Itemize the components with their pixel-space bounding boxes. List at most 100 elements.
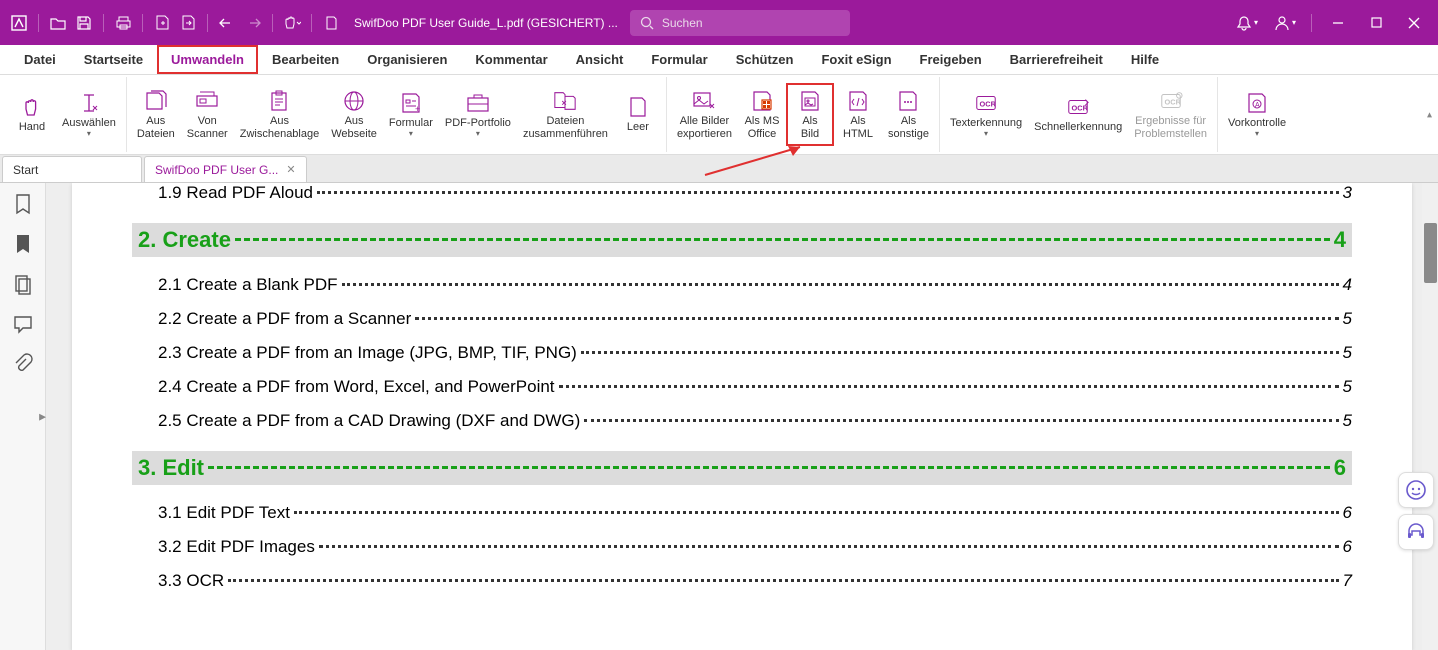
document-tab-bar: Start SwifDoo PDF User G...✕	[0, 155, 1438, 183]
toc-row: 2.2 Create a PDF from a Scanner5	[132, 309, 1352, 329]
toc-dots	[584, 419, 1338, 422]
other-format-icon	[896, 89, 920, 113]
ocr-tool[interactable]: OCRTexterkennung▾	[944, 87, 1028, 142]
close-tab-icon[interactable]: ✕	[286, 163, 295, 176]
scrollbar-thumb[interactable]	[1424, 223, 1437, 283]
search-box[interactable]: Suchen	[630, 10, 850, 36]
menu-datei[interactable]: Datei	[10, 45, 70, 74]
as-msoffice-tool[interactable]: Als MS Office	[738, 85, 786, 143]
ribbon: Hand Auswählen ▾ Aus Dateien Von Scanner…	[0, 75, 1438, 155]
document-tab[interactable]: SwifDoo PDF User G...✕	[144, 156, 307, 182]
menu-organisieren[interactable]: Organisieren	[353, 45, 461, 74]
merge-tool[interactable]: Dateien zusammenführen	[517, 85, 614, 143]
portfolio-tool[interactable]: PDF-Portfolio▾	[439, 87, 517, 142]
page-small-icon[interactable]	[320, 12, 342, 34]
from-scanner-tool[interactable]: Von Scanner	[181, 85, 234, 143]
menu-hilfe[interactable]: Hilfe	[1117, 45, 1173, 74]
preflight-icon: A	[1245, 91, 1269, 115]
toc-page-number: 5	[1343, 411, 1352, 431]
toc-page-number: 6	[1343, 537, 1352, 557]
as-image-tool[interactable]: Als Bild	[786, 83, 834, 145]
as-html-tool[interactable]: Als HTML	[834, 85, 882, 143]
page-content: 1.9 Read PDF Aloud32. Create42.1 Create …	[72, 183, 1412, 650]
menu-freigeben[interactable]: Freigeben	[906, 45, 996, 74]
support-button[interactable]	[1398, 514, 1434, 550]
as-other-tool[interactable]: Als sonstige	[882, 85, 935, 143]
toc-title: 2.3 Create a PDF from an Image (JPG, BMP…	[158, 343, 577, 363]
undo-icon[interactable]	[216, 12, 238, 34]
comment-icon[interactable]	[12, 313, 34, 335]
menu-kommentar[interactable]: Kommentar	[461, 45, 561, 74]
menu-umwandeln[interactable]: Umwandeln	[157, 45, 258, 74]
blank-page-icon	[626, 95, 650, 119]
close-button[interactable]	[1398, 7, 1430, 39]
hand-dropdown-icon[interactable]	[281, 12, 303, 34]
toc-page-number: 5	[1343, 309, 1352, 329]
menu-formular[interactable]: Formular	[637, 45, 721, 74]
toc-page-number: 4	[1343, 275, 1352, 295]
open-icon[interactable]	[47, 12, 69, 34]
from-files-tool[interactable]: Aus Dateien	[131, 85, 181, 143]
svg-text:A: A	[1255, 102, 1260, 109]
start-tab[interactable]: Start	[2, 156, 142, 182]
portfolio-icon	[466, 91, 490, 115]
menu-ansicht[interactable]: Ansicht	[562, 45, 638, 74]
form-tool[interactable]: +Formular▾	[383, 87, 439, 142]
svg-text:OCR: OCR	[980, 100, 997, 109]
maximize-button[interactable]	[1360, 7, 1392, 39]
search-placeholder: Suchen	[662, 16, 703, 30]
floating-buttons	[1398, 472, 1434, 550]
pages-icon[interactable]	[12, 273, 34, 295]
page-arrow-icon[interactable]	[177, 12, 199, 34]
menu-bearbeiten[interactable]: Bearbeiten	[258, 45, 353, 74]
page-area[interactable]: 1.9 Read PDF Aloud32. Create42.1 Create …	[46, 183, 1438, 650]
menu-barrierefreiheit[interactable]: Barrierefreiheit	[996, 45, 1117, 74]
export-images-tool[interactable]: Alle Bilder exportieren	[671, 85, 738, 143]
toc-title: 3.3 OCR	[158, 571, 224, 591]
ocr-results-tool[interactable]: OCRErgebnisse für Problemstellen	[1128, 85, 1213, 143]
attachment-icon[interactable]	[12, 353, 34, 375]
bell-icon[interactable]: ▾	[1231, 7, 1263, 39]
hand-tool[interactable]: Hand	[8, 91, 56, 137]
toc-row: 2.4 Create a PDF from Word, Excel, and P…	[132, 377, 1352, 397]
msoffice-icon	[750, 89, 774, 113]
from-website-tool[interactable]: Aus Webseite	[325, 85, 383, 143]
redo-icon[interactable]	[242, 12, 264, 34]
select-tool[interactable]: Auswählen ▾	[56, 87, 122, 142]
print-icon[interactable]	[112, 12, 134, 34]
scanner-icon	[195, 89, 219, 113]
toc-title: 1.9 Read PDF Aloud	[158, 183, 313, 203]
menu-startseite[interactable]: Startseite	[70, 45, 157, 74]
menu-foxit esign[interactable]: Foxit eSign	[807, 45, 905, 74]
blank-tool[interactable]: Leer	[614, 91, 662, 137]
menu-schützen[interactable]: Schützen	[722, 45, 808, 74]
document-title: SwifDoo PDF User Guide_L.pdf (GESICHERT)…	[354, 16, 618, 30]
preflight-tool[interactable]: AVorkontrolle▾	[1222, 87, 1292, 142]
toc-page-number: 5	[1343, 377, 1352, 397]
window-controls: ▾ ▾	[1231, 7, 1430, 39]
toc-dots	[342, 283, 1339, 286]
sidebar-expand-icon[interactable]: ▶	[39, 411, 46, 422]
toc-dots	[317, 191, 1339, 194]
save-icon[interactable]	[73, 12, 95, 34]
toc-title: 2.4 Create a PDF from Word, Excel, and P…	[158, 377, 555, 397]
search-icon	[640, 16, 654, 30]
toc-dots	[208, 466, 1330, 469]
bookmark-outline-icon[interactable]	[12, 193, 34, 215]
from-clipboard-tool[interactable]: Aus Zwischenablage	[234, 85, 326, 143]
quick-ocr-tool[interactable]: OCRSchnellerkennung	[1028, 91, 1128, 137]
app-icon[interactable]	[8, 12, 30, 34]
ribbon-collapse-icon[interactable]: ▴	[1427, 109, 1432, 120]
toc-row: 2.3 Create a PDF from an Image (JPG, BMP…	[132, 343, 1352, 363]
user-icon[interactable]: ▾	[1269, 7, 1301, 39]
assistant-button[interactable]	[1398, 472, 1434, 508]
bookmark-filled-icon[interactable]	[12, 233, 34, 255]
hand-icon	[20, 95, 44, 119]
vertical-scrollbar[interactable]	[1422, 183, 1438, 650]
toc-row: 2. Create4	[132, 223, 1352, 257]
minimize-button[interactable]	[1322, 7, 1354, 39]
page-add-icon[interactable]	[151, 12, 173, 34]
image-export-icon	[692, 89, 716, 113]
toc-title: 3. Edit	[138, 455, 204, 481]
toc-title: 3.2 Edit PDF Images	[158, 537, 315, 557]
